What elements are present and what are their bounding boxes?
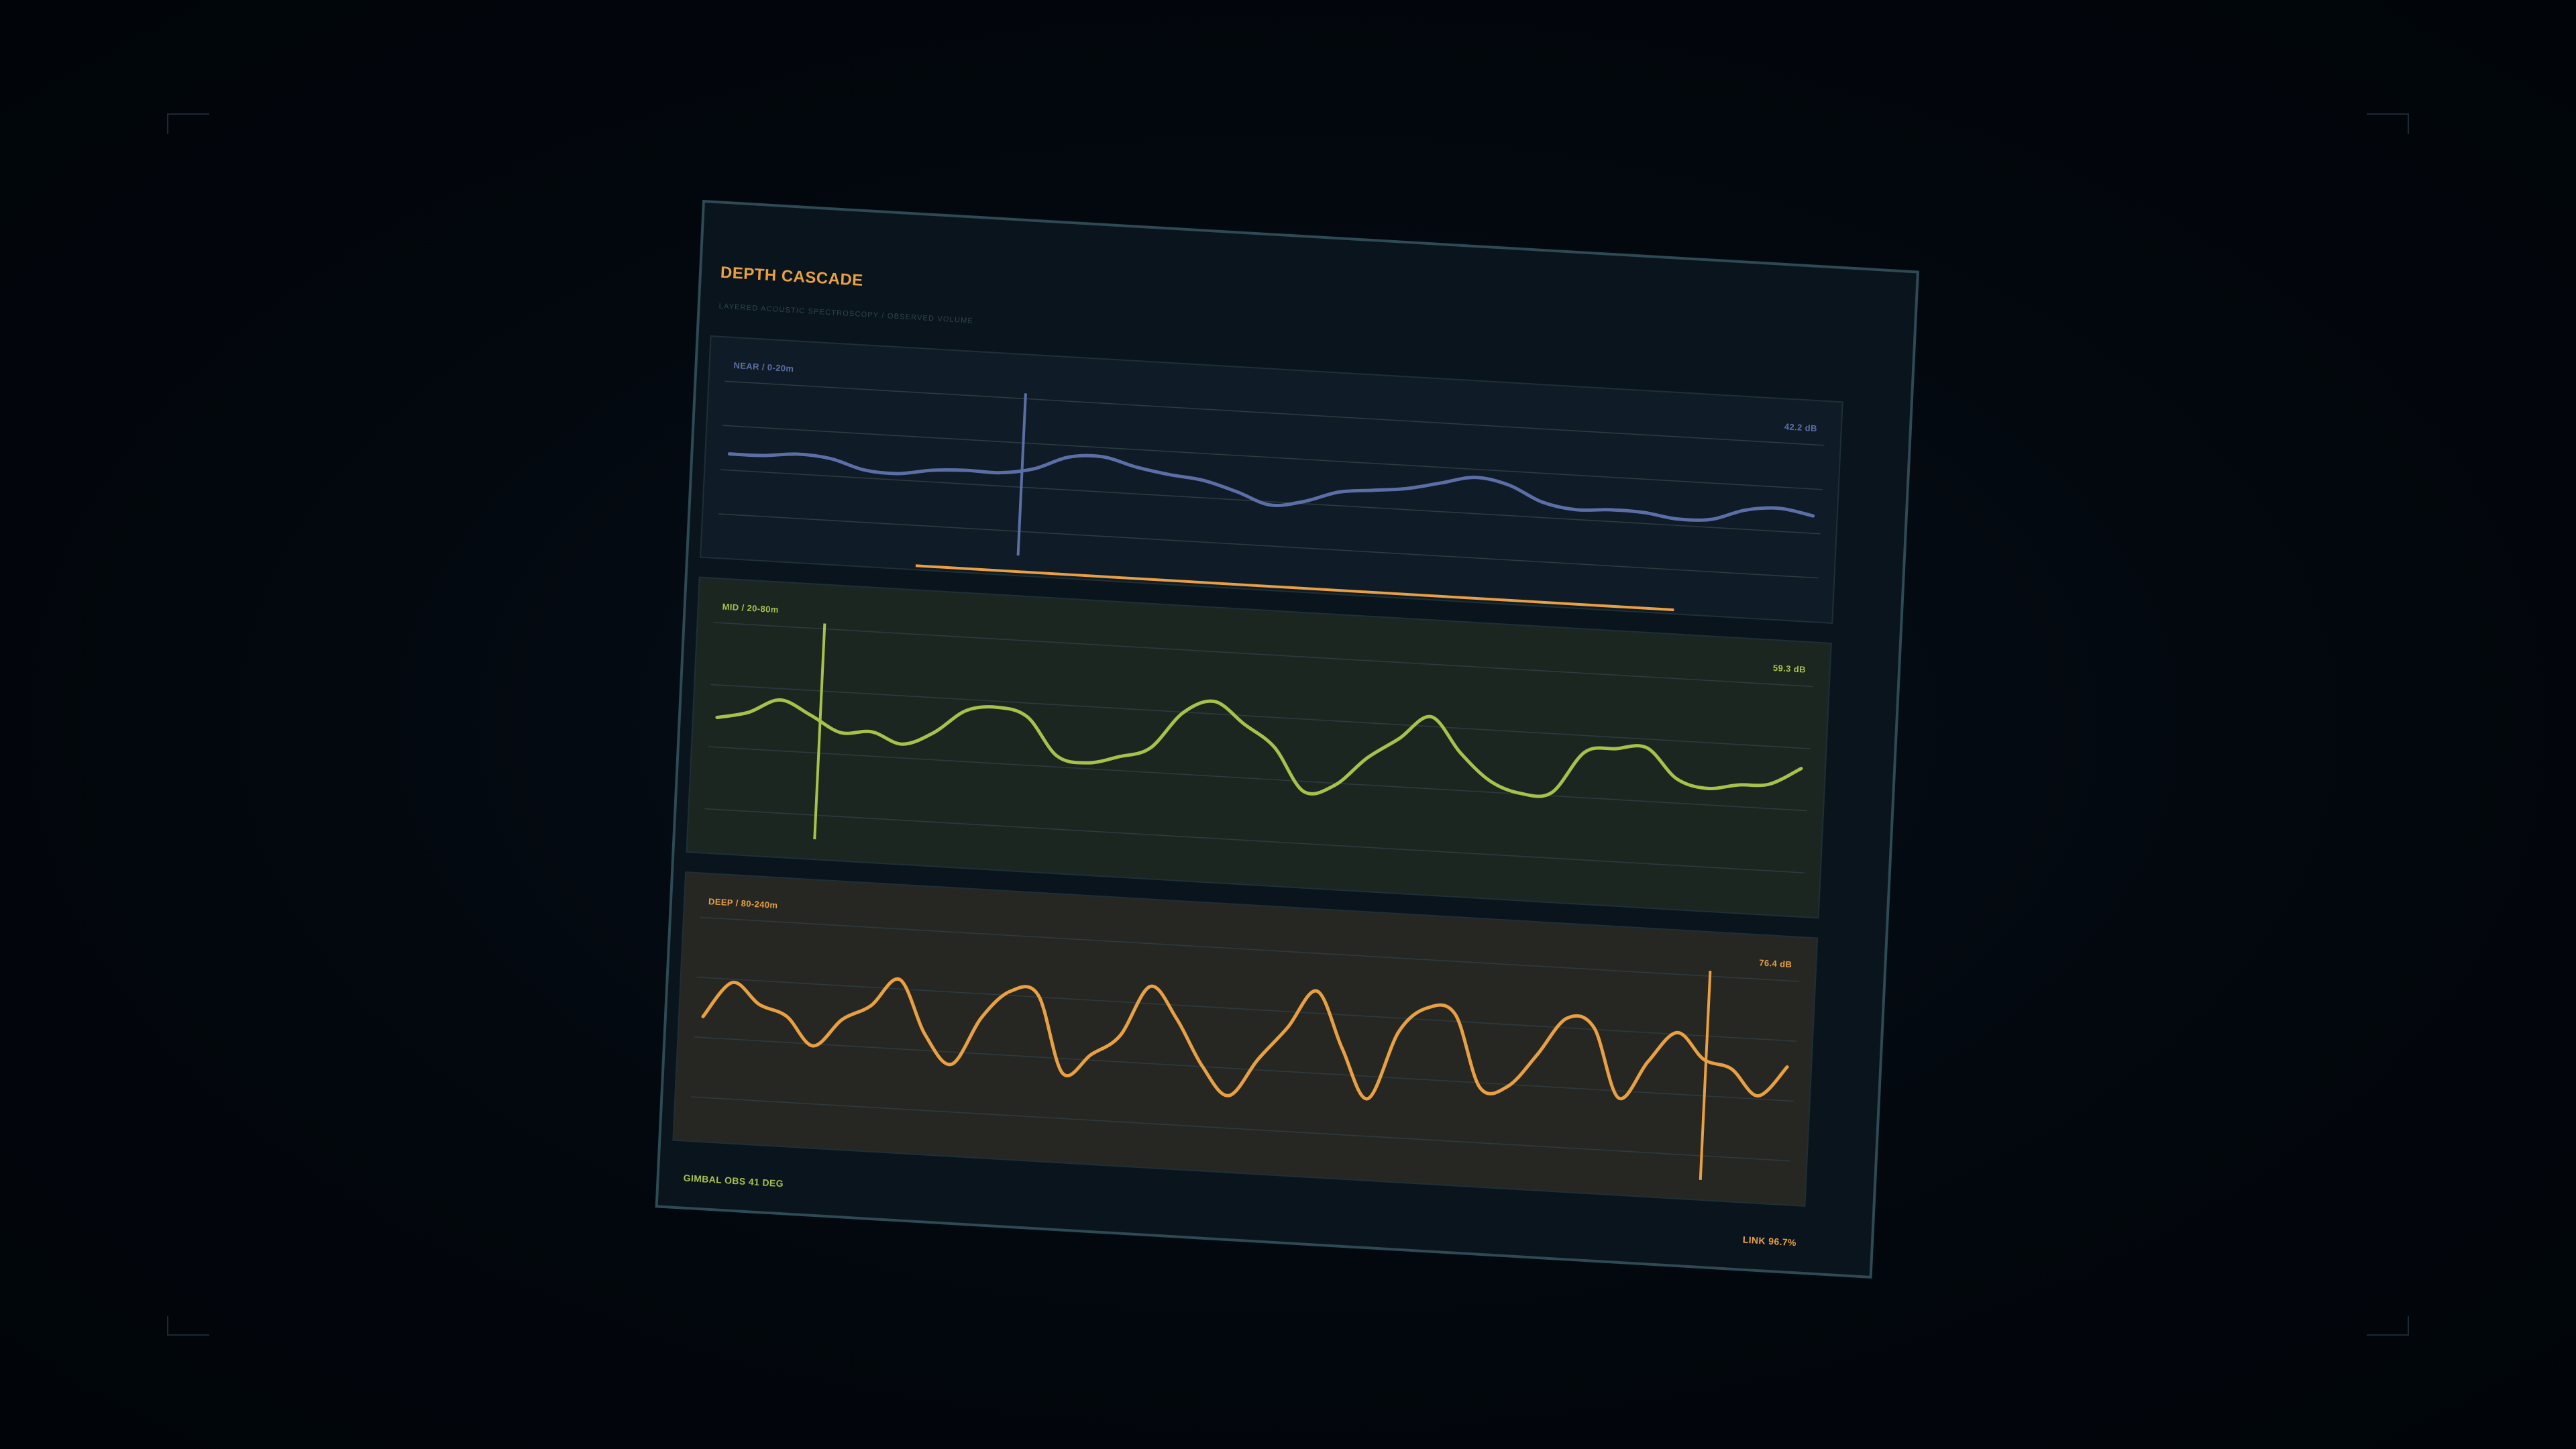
corner-mark-top-right bbox=[2367, 113, 2409, 134]
display-canvas: DEPTH CASCADE LAYERED ACOUSTIC SPECTROSC… bbox=[167, 113, 2409, 1336]
corner-mark-bottom-left bbox=[167, 1316, 209, 1336]
band-deep-value: 76.4 dB bbox=[1759, 957, 1792, 969]
depth-cascade-panel: DEPTH CASCADE LAYERED ACOUSTIC SPECTROSC… bbox=[655, 199, 1920, 1279]
band-mid-value: 59.3 dB bbox=[1773, 663, 1807, 675]
stage-background: DEPTH CASCADE LAYERED ACOUSTIC SPECTROSC… bbox=[0, 0, 2576, 1449]
corner-mark-top-left bbox=[167, 113, 209, 134]
band-near-value: 42.2 dB bbox=[1784, 421, 1818, 433]
corner-mark-bottom-right bbox=[2367, 1316, 2409, 1336]
